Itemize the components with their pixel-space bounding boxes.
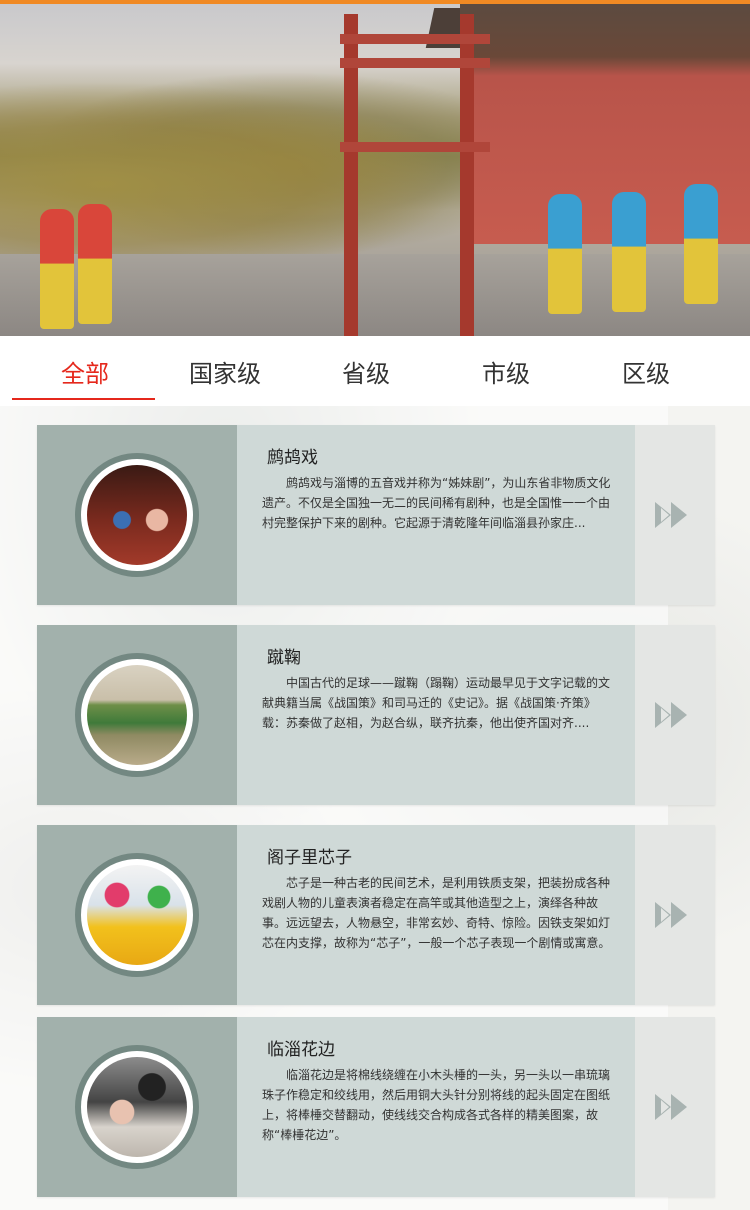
double-chevron-right-icon [655, 1094, 687, 1120]
active-tab-underline [12, 398, 155, 400]
card-description: 芯子是一种古老的民间艺术，是利用铁质支架，把装扮成各种戏剧人物的儿童表演者稳定在… [262, 876, 611, 950]
heritage-card[interactable]: 临淄花边 临淄花边是将棉线绕缠在小木头棰的一头，另一头以一串琉璃珠子作稳定和绞线… [37, 1017, 715, 1197]
tab-provincial[interactable]: 省级 [291, 354, 441, 389]
card-thumbnail-ring [75, 853, 199, 977]
card-more-button[interactable] [635, 625, 715, 805]
heritage-card[interactable]: 阁子里芯子 芯子是一种古老的民间艺术，是利用铁质支架，把装扮成各种戏剧人物的儿童… [37, 825, 715, 1005]
card-thumbnail-ring [75, 453, 199, 577]
hero-banner-image [0, 4, 750, 336]
category-tabs: 全部 国家级 省级 市级 区级 [0, 336, 750, 406]
card-image-panel [37, 625, 237, 805]
card-image-panel [37, 425, 237, 605]
card-image-panel [37, 1017, 237, 1197]
card-description: 临淄花边是将棉线绕缠在小木头棰的一头，另一头以一串琉璃珠子作稳定和绞线用，然后用… [262, 1068, 611, 1142]
card-title[interactable]: 临淄花边 [267, 1035, 335, 1060]
card-description: 鹧鸪戏与淄博的五音戏并称为“姊妹剧”，为山东省非物质文化遗产。不仅是全国独一无二… [262, 476, 611, 530]
double-chevron-right-icon [655, 702, 687, 728]
card-more-button[interactable] [635, 1017, 715, 1197]
tab-national[interactable]: 国家级 [150, 354, 300, 389]
card-more-button[interactable] [635, 425, 715, 605]
tab-city[interactable]: 市级 [431, 354, 581, 389]
heritage-card[interactable]: 鹧鸪戏 鹧鸪戏与淄博的五音戏并称为“姊妹剧”，为山东省非物质文化遗产。不仅是全国… [37, 425, 715, 605]
card-title[interactable]: 阁子里芯子 [267, 843, 352, 868]
double-chevron-right-icon [655, 902, 687, 928]
card-thumbnail [87, 465, 187, 565]
card-title[interactable]: 鹧鸪戏 [267, 443, 318, 468]
card-description: 中国古代的足球——蹴鞠（蹋鞠）运动最早见于文字记载的文献典籍当属《战国策》和司马… [262, 676, 611, 730]
card-thumbnail-ring [75, 1045, 199, 1169]
card-image-panel [37, 825, 237, 1005]
tab-all[interactable]: 全部 [10, 354, 160, 389]
card-thumbnail [87, 865, 187, 965]
double-chevron-right-icon [655, 502, 687, 528]
tab-district[interactable]: 区级 [571, 354, 721, 389]
card-thumbnail [87, 665, 187, 765]
card-title[interactable]: 蹴鞠 [267, 643, 301, 668]
card-more-button[interactable] [635, 825, 715, 1005]
heritage-card[interactable]: 蹴鞠 中国古代的足球——蹴鞠（蹋鞠）运动最早见于文字记载的文献典籍当属《战国策》… [37, 625, 715, 805]
card-thumbnail-ring [75, 653, 199, 777]
card-thumbnail [87, 1057, 187, 1157]
